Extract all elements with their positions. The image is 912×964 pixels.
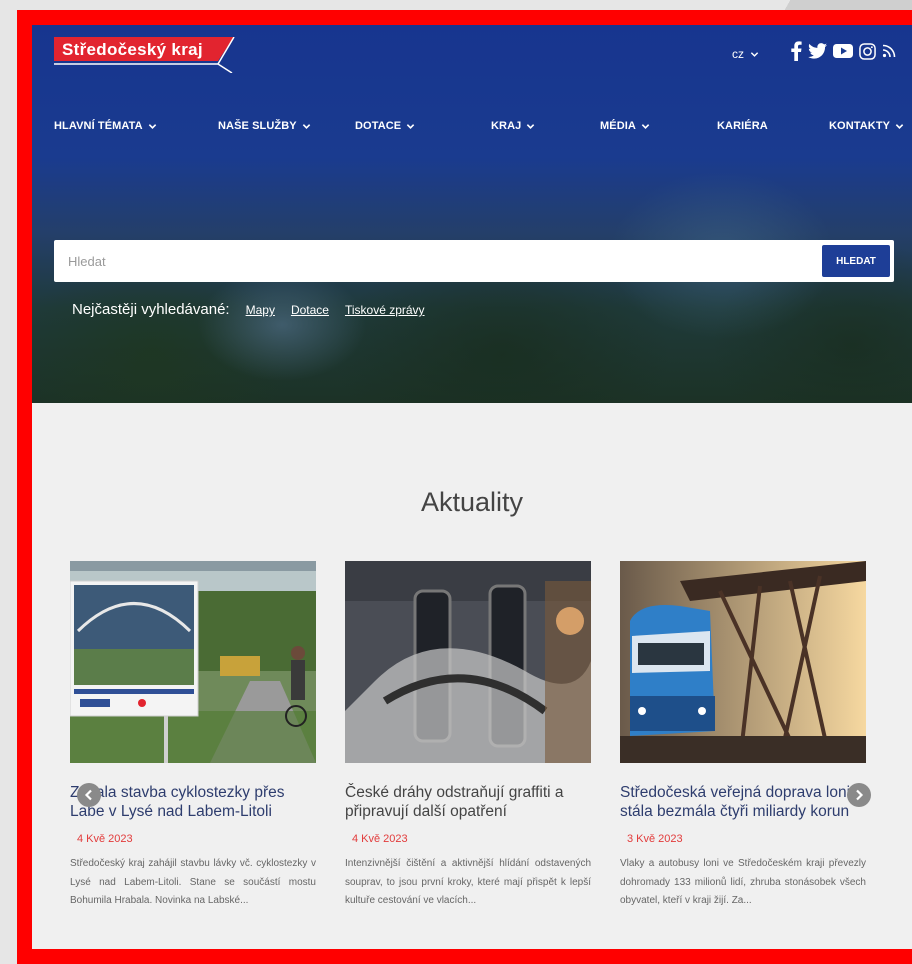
facebook-icon[interactable] — [790, 41, 802, 61]
chevron-down-icon — [148, 123, 156, 129]
nav-item-label: MÉDIA — [600, 120, 636, 132]
bridge-photo — [70, 561, 316, 763]
carousel-prev-button[interactable] — [77, 783, 101, 807]
frequent-link-tiskove-zpravy[interactable]: Tiskové zprávy — [345, 303, 425, 317]
youtube-icon[interactable] — [833, 43, 853, 59]
search-button[interactable]: HLEDAT — [822, 245, 890, 277]
nav-item-hlavni-temata[interactable]: HLAVNÍ TÉMATA — [54, 120, 157, 132]
news-card[interactable]: Středočeská veřejná doprava loni stála b… — [620, 561, 866, 911]
news-image-train-bridge[interactable] — [620, 561, 866, 763]
nav-item-kraj[interactable]: KRAJ — [491, 120, 535, 132]
nav-item-label: NAŠE SLUŽBY — [218, 120, 297, 132]
nav-item-dotace[interactable]: DOTACE — [355, 120, 415, 132]
frequent-searches: Nejčastěji vyhledávané: Mapy Dotace Tisk… — [72, 301, 425, 318]
logo[interactable]: Středočeský kraj — [54, 36, 236, 74]
nav-item-media[interactable]: MÉDIA — [600, 120, 650, 132]
chevron-down-icon — [302, 123, 310, 129]
section-title: Aktuality — [420, 487, 524, 517]
carousel-next-button[interactable] — [847, 783, 871, 807]
train-graffiti-photo — [345, 561, 591, 763]
language-switcher[interactable]: cz — [732, 47, 759, 61]
train-bridge-photo — [620, 561, 866, 763]
nav-item-kariera[interactable]: KARIÉRA — [717, 120, 768, 132]
news-excerpt: Intenzivnější čištění a aktivnější hlídá… — [345, 858, 591, 906]
news-excerpt: Středočeský kraj zahájil stavbu lávky vč… — [70, 858, 316, 906]
news-date: 4 Kvě 2023 — [77, 833, 133, 845]
nav-item-label: KRAJ — [491, 120, 522, 132]
search-input[interactable] — [54, 240, 814, 282]
chevron-down-icon — [895, 123, 904, 129]
chevron-down-icon — [527, 123, 535, 129]
language-label: cz — [732, 47, 744, 61]
rss-icon[interactable] — [882, 44, 896, 58]
twitter-icon[interactable] — [808, 43, 827, 59]
nav-item-label: KARIÉRA — [717, 120, 768, 132]
news-image-train-graffiti[interactable] — [345, 561, 591, 763]
instagram-icon[interactable] — [859, 42, 876, 60]
news-image-bridge[interactable] — [70, 561, 316, 763]
chevron-down-icon — [750, 51, 759, 57]
search-bar: HLEDAT — [54, 240, 894, 282]
news-date: 3 Kvě 2023 — [627, 833, 683, 845]
hero-banner: Středočeský kraj cz HLAVNÍ TÉMATA NAŠE S… — [32, 25, 912, 403]
chevron-down-icon — [641, 123, 650, 129]
frequent-link-mapy[interactable]: Mapy — [246, 303, 275, 317]
news-date: 4 Kvě 2023 — [352, 833, 408, 845]
highlight-frame: Středočeský kraj cz HLAVNÍ TÉMATA NAŠE S… — [17, 10, 912, 964]
frequent-searches-label: Nejčastěji vyhledávané: — [72, 301, 230, 318]
logo-text: Středočeský kraj — [62, 40, 203, 59]
chevron-left-icon — [84, 789, 92, 801]
nav-item-nase-sluzby[interactable]: NAŠE SLUŽBY — [218, 120, 311, 132]
main-navigation: HLAVNÍ TÉMATA NAŠE SLUŽBY DOTACE KRAJ MÉ… — [32, 120, 912, 140]
chevron-right-icon — [856, 789, 864, 801]
news-card[interactable]: Začala stavba cyklostezky přes Labe v Ly… — [70, 561, 316, 911]
nav-item-label: DOTACE — [355, 120, 402, 132]
page-viewport: Středočeský kraj cz HLAVNÍ TÉMATA NAŠE S… — [32, 25, 912, 949]
news-title[interactable]: Začala stavba cyklostezky přes Labe v Ly… — [70, 783, 316, 821]
nav-item-label: KONTAKTY — [829, 120, 891, 132]
news-title[interactable]: České dráhy odstraňují graffiti a připra… — [345, 783, 591, 821]
news-title[interactable]: Středočeská veřejná doprava loni stála b… — [620, 783, 866, 821]
news-card[interactable]: České dráhy odstraňují graffiti a připra… — [345, 561, 591, 911]
social-links — [790, 41, 896, 61]
nav-item-kontakty[interactable]: KONTAKTY — [829, 120, 904, 132]
chevron-down-icon — [407, 123, 415, 129]
frequent-link-dotace[interactable]: Dotace — [291, 303, 329, 317]
nav-item-label: HLAVNÍ TÉMATA — [54, 120, 143, 132]
news-excerpt: Vlaky a autobusy loni ve Středočeském kr… — [620, 858, 866, 906]
